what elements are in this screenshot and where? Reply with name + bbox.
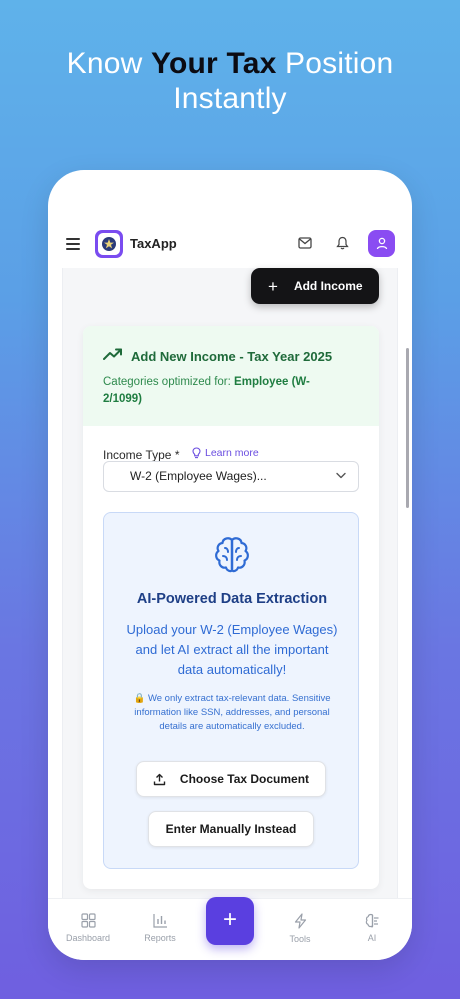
headline-text: Know — [66, 47, 151, 80]
card-subtitle: Categories optimized for: Employee (W-2/… — [103, 374, 343, 408]
chevron-down-icon — [336, 472, 346, 479]
main-content: + Add Income Add New Income - Tax Year 2… — [62, 268, 398, 898]
brain-small-icon — [365, 913, 378, 928]
nav-reports-label: Reports — [144, 933, 176, 943]
plus-icon: + — [268, 276, 278, 296]
add-income-card: Add New Income - Tax Year 2025 Categorie… — [83, 326, 379, 889]
bottom-navigation: Dashboard Reports + Tools AI — [48, 897, 412, 960]
promo-headline: Know Your Tax Position Instantly — [0, 46, 460, 116]
add-income-label: Add Income — [293, 279, 363, 293]
enter-manually-button[interactable]: Enter Manually Instead — [148, 811, 314, 847]
trending-up-icon — [103, 348, 122, 360]
brain-icon — [215, 537, 249, 573]
headline-line2: Instantly — [173, 82, 287, 115]
lightbulb-icon — [192, 447, 201, 459]
lightning-icon — [294, 913, 306, 929]
ai-extraction-panel: AI-Powered Data Extraction Upload your W… — [103, 512, 359, 869]
nav-tools-label: Tools — [289, 934, 311, 944]
nav-ai-label: AI — [367, 933, 377, 943]
top-app-bar: TaxApp — [48, 220, 412, 268]
grid-icon — [80, 913, 96, 928]
add-income-button[interactable]: + Add Income — [251, 268, 379, 304]
card-title: Add New Income - Tax Year 2025 — [131, 349, 333, 364]
menu-icon[interactable] — [66, 238, 80, 250]
phone-frame: TaxApp + Add Income Add New Income - Tax… — [48, 170, 412, 960]
income-type-label: Income Type * — [103, 448, 180, 462]
ai-panel-description: Upload your W-2 (Employee Wages) and let… — [126, 622, 338, 677]
privacy-note: 🔒 We only extract tax-relevant data. Sen… — [133, 693, 331, 732]
profile-avatar-button[interactable] — [368, 230, 395, 257]
card-header: Add New Income - Tax Year 2025 Categorie… — [83, 326, 379, 426]
choose-tax-document-button[interactable]: Choose Tax Document — [136, 761, 326, 797]
income-type-value: W-2 (Employee Wages)... — [130, 469, 267, 483]
bar-chart-icon — [152, 914, 167, 928]
app-logo — [95, 230, 123, 258]
bell-icon[interactable] — [336, 236, 349, 250]
headline-text-end: Position — [276, 47, 394, 80]
nav-ai[interactable]: AI — [342, 913, 402, 943]
nav-dashboard-label: Dashboard — [65, 933, 111, 943]
nav-dashboard[interactable]: Dashboard — [58, 913, 118, 943]
nav-reports[interactable]: Reports — [130, 913, 190, 943]
mail-icon[interactable] — [298, 237, 312, 249]
choose-document-label: Choose Tax Document — [179, 772, 310, 786]
income-type-select[interactable]: W-2 (Employee Wages)... — [103, 461, 359, 492]
headline-bold-text: Your Tax — [151, 47, 277, 80]
user-icon — [376, 237, 387, 250]
learn-more-label: Learn more — [205, 447, 259, 459]
subtitle-prefix: Categories optimized for: — [103, 376, 235, 388]
learn-more-link[interactable]: Learn more — [192, 447, 259, 459]
ai-panel-title: AI-Powered Data Extraction — [136, 591, 328, 607]
add-fab-button[interactable]: + — [206, 897, 254, 945]
seal-icon — [102, 237, 116, 251]
app-name: TaxApp — [130, 236, 177, 251]
scrollbar[interactable] — [406, 348, 409, 508]
nav-tools[interactable]: Tools — [270, 913, 330, 944]
upload-icon — [153, 773, 166, 785]
